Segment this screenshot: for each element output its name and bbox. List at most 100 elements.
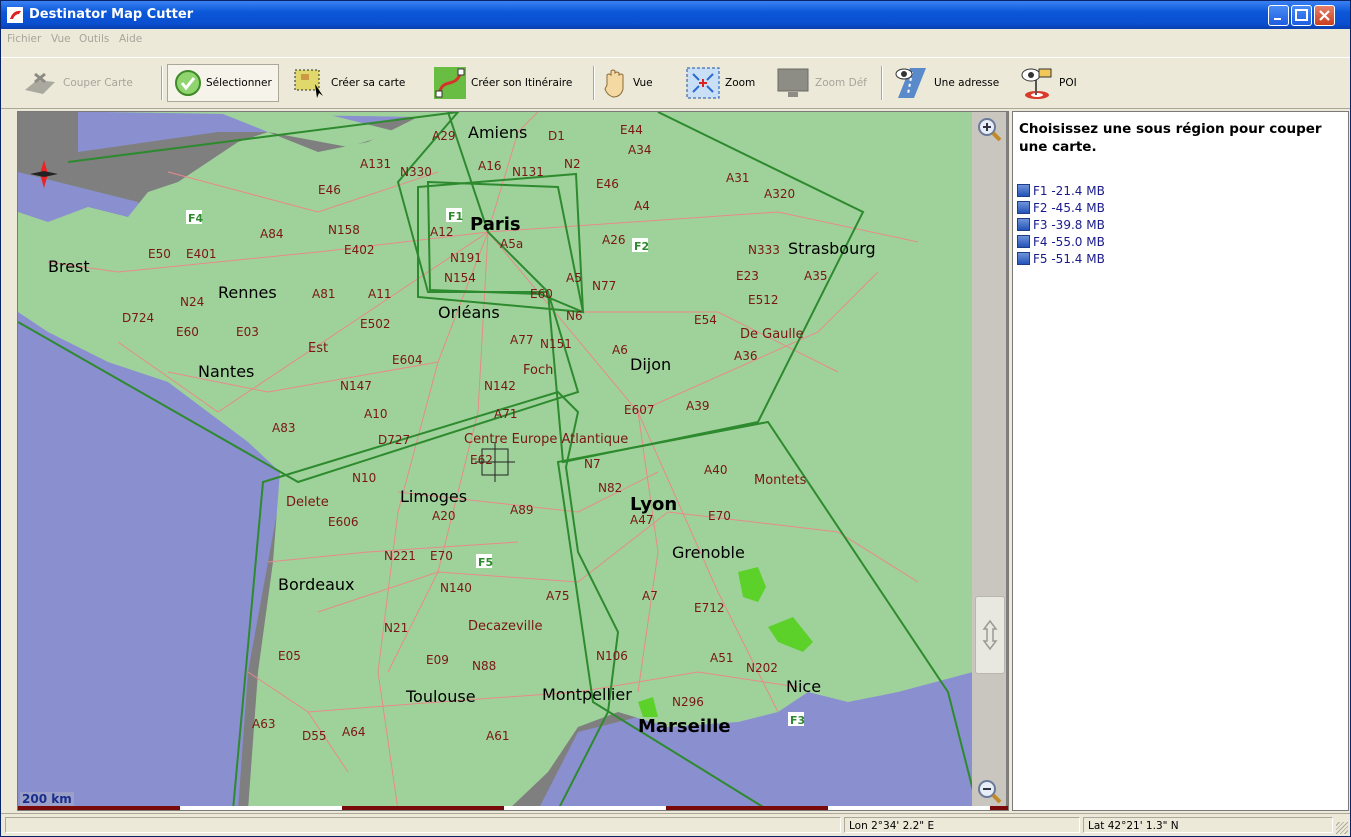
svg-text:A26: A26 bbox=[602, 233, 625, 247]
zoom-def-button[interactable]: Zoom Déf bbox=[775, 64, 867, 102]
region-tag-f4: F4 bbox=[188, 212, 204, 225]
region-tag-f1: F1 bbox=[448, 210, 463, 223]
vue-label: Vue bbox=[633, 77, 653, 89]
svg-text:N330: N330 bbox=[400, 165, 432, 179]
checkmark-icon bbox=[175, 70, 201, 96]
city-montets: Montets bbox=[754, 473, 807, 488]
svg-text:A47: A47 bbox=[630, 513, 653, 527]
svg-text:A84: A84 bbox=[260, 227, 283, 241]
city-decazeville: Decazeville bbox=[468, 619, 542, 634]
svg-text:E46: E46 bbox=[318, 183, 341, 197]
city-strasbourg: Strasbourg bbox=[788, 239, 876, 258]
svg-text:A6: A6 bbox=[612, 343, 628, 357]
svg-text:E46: E46 bbox=[596, 177, 619, 191]
region-item-f2[interactable]: F2 -45.4 MB bbox=[1017, 199, 1105, 216]
svg-text:E03: E03 bbox=[236, 325, 259, 339]
checkbox[interactable] bbox=[1017, 235, 1030, 248]
svg-text:N2: N2 bbox=[564, 157, 581, 171]
city-marseille: Marseille bbox=[638, 716, 731, 737]
region-item-f4[interactable]: F4 -55.0 MB bbox=[1017, 233, 1105, 250]
pan-handle[interactable] bbox=[975, 596, 1005, 674]
svg-text:A31: A31 bbox=[726, 171, 749, 185]
zoom-scrollbar[interactable] bbox=[972, 112, 1006, 809]
svg-text:A63: A63 bbox=[252, 717, 275, 731]
svg-text:E402: E402 bbox=[344, 243, 375, 257]
svg-text:E09: E09 bbox=[426, 653, 449, 667]
status-latitude: Lat 42°21' 1.3" N bbox=[1083, 817, 1333, 833]
svg-text:A81: A81 bbox=[312, 287, 335, 301]
svg-text:A7: A7 bbox=[642, 589, 658, 603]
hand-icon bbox=[604, 69, 624, 98]
svg-text:A77: A77 bbox=[510, 333, 533, 347]
maximize-button[interactable] bbox=[1291, 5, 1312, 26]
svg-text:D727: D727 bbox=[378, 433, 410, 447]
svg-text:N154: N154 bbox=[444, 271, 476, 285]
city-foch: Foch bbox=[523, 363, 553, 378]
zoom-in-icon[interactable] bbox=[976, 116, 1002, 142]
vue-button[interactable]: Vue bbox=[601, 64, 653, 102]
zoom-button[interactable]: Zoom bbox=[685, 64, 755, 102]
checkbox[interactable] bbox=[1017, 184, 1030, 197]
region-item-f5[interactable]: F5 -51.4 MB bbox=[1017, 250, 1105, 267]
selectionner-button[interactable]: Sélectionner bbox=[167, 64, 279, 102]
couper-carte-button[interactable]: Couper Carte bbox=[21, 64, 133, 102]
checkbox[interactable] bbox=[1017, 218, 1030, 231]
region-tag-f3: F3 bbox=[790, 714, 805, 727]
svg-text:N142: N142 bbox=[484, 379, 516, 393]
menu-aide[interactable]: Aide bbox=[119, 33, 142, 45]
menu-vue[interactable]: Vue bbox=[51, 33, 71, 45]
city-rennes: Rennes bbox=[218, 283, 277, 302]
svg-text:A20: A20 bbox=[432, 509, 455, 523]
scale-label: 200 km bbox=[20, 792, 74, 806]
checkbox[interactable] bbox=[1017, 252, 1030, 265]
svg-text:A39: A39 bbox=[686, 399, 709, 413]
close-button[interactable] bbox=[1314, 5, 1335, 26]
svg-text:N82: N82 bbox=[598, 481, 622, 495]
city-brest: Brest bbox=[48, 257, 90, 276]
svg-text:A5a: A5a bbox=[500, 237, 523, 251]
poi-label: POI bbox=[1059, 77, 1077, 89]
svg-text:D724: D724 bbox=[122, 311, 154, 325]
svg-text:A10: A10 bbox=[364, 407, 387, 421]
city-degaulle: De Gaulle bbox=[740, 327, 804, 342]
region-panel: Choisissez une sous région pour couper u… bbox=[1012, 111, 1349, 811]
status-bar: Lon 2°34' 2.2" E Lat 42°21' 1.3" N bbox=[1, 813, 1350, 836]
svg-text:N151: N151 bbox=[540, 337, 572, 351]
zoom-out-icon[interactable] bbox=[976, 778, 1002, 804]
svg-text:A34: A34 bbox=[628, 143, 651, 157]
city-amiens: Amiens bbox=[468, 123, 527, 142]
svg-text:E54: E54 bbox=[694, 313, 717, 327]
svg-text:E70: E70 bbox=[708, 509, 731, 523]
checkbox[interactable] bbox=[1017, 201, 1030, 214]
svg-text:D1: D1 bbox=[548, 129, 565, 143]
creer-carte-button[interactable]: Créer sa carte bbox=[293, 64, 405, 102]
couper-carte-label: Couper Carte bbox=[63, 77, 133, 89]
minimize-button[interactable] bbox=[1268, 5, 1289, 26]
svg-text:E60: E60 bbox=[176, 325, 199, 339]
city-montpellier: Montpellier bbox=[542, 685, 632, 704]
creer-itineraire-button[interactable]: Créer son Itinéraire bbox=[433, 64, 572, 102]
region-item-f3[interactable]: F3 -39.8 MB bbox=[1017, 216, 1105, 233]
svg-text:N77: N77 bbox=[592, 279, 616, 293]
map-canvas[interactable]: F1 F2 F3 F4 F5 Amiens Paris Brest Rennes… bbox=[18, 112, 973, 810]
svg-text:E604: E604 bbox=[392, 353, 423, 367]
menu-outils[interactable]: Outils bbox=[79, 33, 109, 45]
map-view[interactable]: F1 F2 F3 F4 F5 Amiens Paris Brest Rennes… bbox=[17, 111, 1009, 811]
svg-text:E62: E62 bbox=[470, 453, 493, 467]
city-lyon: Lyon bbox=[630, 494, 677, 515]
svg-text:E50: E50 bbox=[148, 247, 171, 261]
menu-fichier[interactable]: Fichier bbox=[7, 33, 41, 45]
resize-grip-icon[interactable] bbox=[1336, 822, 1348, 834]
poi-button[interactable]: POI bbox=[1019, 64, 1077, 102]
svg-text:N88: N88 bbox=[472, 659, 496, 673]
title-bar[interactable]: Destinator Map Cutter bbox=[1, 1, 1350, 29]
city-paris: Paris bbox=[470, 214, 521, 235]
region-item-f1[interactable]: F1 -21.4 MB bbox=[1017, 182, 1105, 199]
svg-text:N6: N6 bbox=[566, 309, 583, 323]
city-delete: Delete bbox=[286, 495, 329, 510]
svg-text:E712: E712 bbox=[694, 601, 725, 615]
svg-text:E607: E607 bbox=[624, 403, 655, 417]
une-adresse-button[interactable]: Une adresse bbox=[894, 64, 999, 102]
svg-text:A89: A89 bbox=[510, 503, 533, 517]
region-list: F1 -21.4 MB F2 -45.4 MB F3 -39.8 MB F4 -… bbox=[1017, 182, 1105, 267]
